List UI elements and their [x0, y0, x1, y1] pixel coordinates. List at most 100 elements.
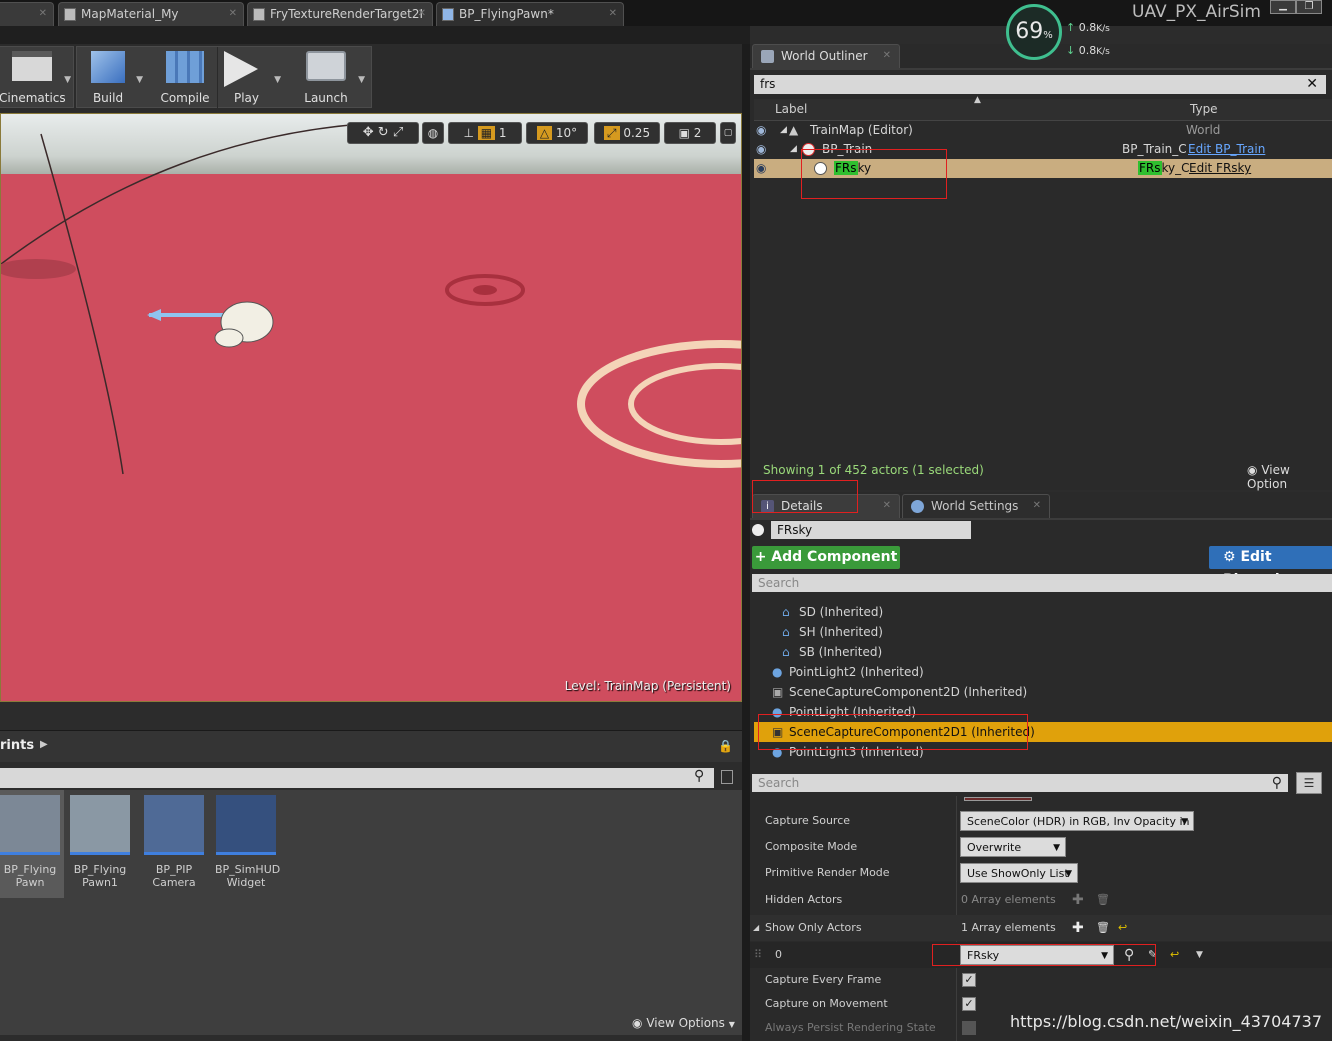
color-swatch[interactable] — [964, 797, 1032, 801]
tree-row-bp-train[interactable]: ◉ ◢ BP_Train BP_Train_C Edit BP_Train — [754, 140, 1332, 159]
asset-tile[interactable]: BP_PIP Camera — [143, 795, 205, 889]
splitter[interactable] — [742, 44, 750, 1041]
actor-picker-select[interactable]: FRsky ▼ — [960, 945, 1114, 965]
rotation-snap-control[interactable]: △ 10° — [526, 122, 588, 144]
expand-icon[interactable]: ◢ — [753, 915, 759, 941]
add-element-icon[interactable]: ✚ — [1072, 915, 1084, 941]
asset-tile[interactable]: BP_Flying Pawn1 — [69, 795, 131, 889]
clear-search-icon[interactable]: ✕ — [1306, 75, 1318, 93]
reset-icon[interactable]: ↩ — [1118, 915, 1127, 941]
grid-snap-control[interactable]: ⊥ ▦ 1 — [448, 122, 522, 144]
scale-icon[interactable]: ⤢ — [393, 125, 403, 140]
grid-icon[interactable]: ▦ — [477, 126, 496, 140]
world-space-toggle[interactable]: ◍ — [422, 122, 444, 144]
outliner-search-input[interactable]: frs ✕ — [754, 75, 1326, 94]
drag-handle-icon[interactable]: ⠿ — [754, 942, 762, 968]
add-element-icon[interactable]: ✚ — [1072, 887, 1084, 913]
cinematics-button[interactable]: Cinematics ▼ — [0, 47, 71, 109]
launch-button[interactable]: Launch ▼ — [293, 47, 365, 109]
tab-world-settings[interactable]: World Settings ✕ — [902, 494, 1050, 518]
scale-snap-control[interactable]: ⤢ 0.25 — [594, 122, 660, 144]
eye-icon[interactable]: ◉ — [756, 140, 766, 159]
camera-speed-value[interactable]: 2 — [694, 126, 702, 140]
component-scenecapture2d1[interactable]: ▣ SceneCaptureComponent2D1 (Inherited) — [754, 722, 1332, 742]
chevron-right-icon[interactable]: ▶ — [40, 739, 48, 750]
close-icon[interactable]: ✕ — [39, 3, 47, 25]
chevron-down-icon[interactable]: ▼ — [136, 75, 143, 85]
browse-icon[interactable]: ⚲ — [1124, 942, 1134, 968]
level-viewport[interactable]: ✥ ↻ ⤢ ◍ ⊥ ▦ 1 △ 10° ⤢ 0.25 ▣ 2 ▢ Level: … — [0, 113, 742, 702]
save-search-icon[interactable] — [721, 770, 733, 784]
build-button[interactable]: Build ▼ — [79, 47, 143, 109]
capture-on-movement-checkbox[interactable]: ✓ — [962, 997, 976, 1011]
maximize-viewport-button[interactable]: ▢ — [720, 122, 736, 144]
lock-icon[interactable]: 🔒 — [718, 739, 733, 753]
chevron-down-icon[interactable]: ▼ — [1196, 942, 1203, 968]
asset-tile[interactable]: BP_SimHUD Widget — [215, 795, 280, 889]
play-button[interactable]: Play ▼ — [217, 47, 281, 109]
reset-icon[interactable]: ↩ — [1170, 942, 1179, 968]
always-persist-checkbox[interactable] — [962, 1021, 976, 1035]
capture-source-select[interactable]: SceneColor (HDR) in RGB, Inv Opacity in … — [960, 811, 1194, 848]
scale-snap-value[interactable]: 0.25 — [623, 126, 650, 140]
view-options-button[interactable]: ◉ View Options ▼ — [632, 1016, 735, 1030]
component-sh[interactable]: ⌂ SH (Inherited) — [754, 622, 1332, 642]
view-options-button[interactable]: ◉ View Option — [1247, 463, 1332, 491]
doc-tab-partial[interactable]: ✕ — [0, 2, 54, 26]
rotate-icon[interactable]: ↻ — [378, 125, 389, 140]
component-search-input[interactable]: Search — [752, 574, 1332, 592]
eye-icon[interactable]: ◉ — [756, 159, 766, 178]
column-type[interactable]: Type — [1190, 102, 1218, 116]
add-component-button[interactable]: + Add Component ▾ — [752, 546, 900, 588]
capture-every-frame-checkbox[interactable]: ✓ — [962, 973, 976, 987]
actor-name-input[interactable]: FRsky — [771, 521, 971, 539]
component-sb[interactable]: ⌂ SB (Inherited) — [754, 642, 1332, 662]
tree-row-world[interactable]: ◉ ◢ ▲ TrainMap (Editor) World — [754, 121, 1332, 140]
transform-tools[interactable]: ✥ ↻ ⤢ — [347, 122, 419, 144]
tree-row-frsky[interactable]: ◉ FRsky FRsky_C Edit FRsky — [754, 159, 1332, 178]
close-icon[interactable]: ✕ — [883, 495, 891, 517]
tab-world-outliner[interactable]: World Outliner ✕ — [752, 44, 900, 68]
property-matrix-button[interactable]: ☰ — [1296, 772, 1322, 794]
component-pointlight2[interactable]: ● PointLight2 (Inherited) — [754, 662, 1332, 682]
close-icon[interactable]: ✕ — [883, 45, 891, 67]
move-icon[interactable]: ✥ — [363, 125, 374, 140]
rotation-snap-value[interactable]: 10° — [556, 126, 577, 140]
asset-tile[interactable]: BP_Flying Pawn — [0, 790, 64, 898]
doc-tab-mapmaterial[interactable]: MapMaterial_My ✕ — [58, 2, 244, 26]
expand-icon[interactable]: ◢ — [790, 140, 797, 159]
close-icon[interactable]: ✕ — [229, 3, 237, 25]
eyedropper-icon[interactable]: ✎ — [1148, 942, 1157, 968]
component-scenecapture2d[interactable]: ▣ SceneCaptureComponent2D (Inherited) — [754, 682, 1332, 702]
angle-icon[interactable]: △ — [536, 126, 553, 140]
doc-tab-flyingpawn[interactable]: BP_FlyingPawn* ✕ — [436, 2, 624, 26]
close-icon[interactable]: ✕ — [418, 3, 426, 25]
doc-tab-rendertarget[interactable]: FryTextureRenderTarget2I ✕ — [247, 2, 433, 26]
chevron-down-icon[interactable]: ▼ — [64, 75, 71, 85]
minimize-button[interactable]: ▁ — [1270, 0, 1296, 14]
component-sd[interactable]: ⌂ SD (Inherited) — [754, 602, 1332, 622]
expand-icon[interactable]: ◢ — [780, 121, 787, 140]
scale-snap-icon[interactable]: ⤢ — [603, 126, 620, 140]
compile-button[interactable]: Compile — [155, 47, 215, 109]
close-icon[interactable]: ✕ — [609, 3, 617, 25]
close-icon[interactable]: ✕ — [1033, 495, 1041, 517]
property-search-input[interactable]: Search ⚲ — [752, 774, 1288, 792]
trash-icon[interactable]: 🗑 — [1096, 915, 1110, 941]
column-label[interactable]: Label — [775, 102, 807, 116]
primitive-render-mode-select[interactable]: Use ShowOnly List ▼ — [960, 863, 1078, 883]
eye-icon[interactable]: ◉ — [756, 121, 766, 140]
chevron-down-icon[interactable]: ▼ — [358, 75, 365, 85]
content-browser-search-input[interactable]: ⚲ — [0, 768, 714, 788]
trash-icon[interactable]: 🗑 — [1096, 887, 1110, 913]
edit-blueprint-link[interactable]: Edit BP_Train — [1188, 140, 1265, 159]
restore-button[interactable]: ❐ — [1296, 0, 1322, 14]
edit-blueprint-button[interactable]: ⚙ Edit Blueprint — [1209, 546, 1332, 588]
composite-mode-select[interactable]: Overwrite ▼ — [960, 837, 1066, 857]
component-pointlight[interactable]: ● PointLight (Inherited) — [754, 702, 1332, 722]
component-pointlight3[interactable]: ● PointLight3 (Inherited) — [754, 742, 1332, 762]
tab-details[interactable]: i Details ✕ — [752, 494, 900, 518]
grid-snap-value[interactable]: 1 — [499, 126, 507, 140]
chevron-down-icon[interactable]: ▼ — [274, 75, 281, 85]
camera-speed-control[interactable]: ▣ 2 — [664, 122, 716, 144]
